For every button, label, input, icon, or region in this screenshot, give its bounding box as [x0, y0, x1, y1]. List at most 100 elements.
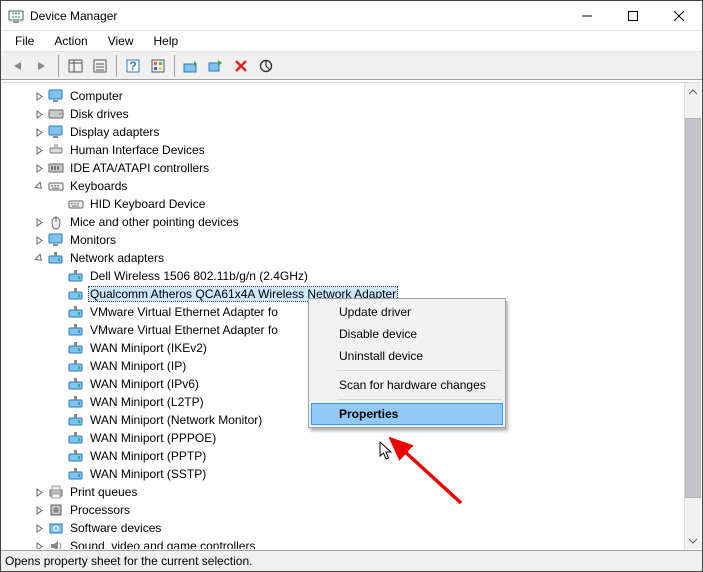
expand-chevron-icon[interactable]	[32, 179, 46, 193]
menu-help[interactable]: Help	[146, 33, 187, 49]
device-icon	[68, 376, 84, 392]
menu-action[interactable]: Action	[46, 33, 95, 49]
expand-chevron-icon[interactable]	[32, 125, 46, 139]
toolbar-separator	[116, 55, 117, 77]
maximize-button[interactable]	[610, 1, 656, 30]
tree-item-label: Disk drives	[68, 107, 131, 121]
menu-bar: File Action View Help	[1, 31, 702, 51]
tree-item[interactable]: Processors	[6, 501, 684, 519]
tree-item[interactable]: WAN Miniport (PPTP)	[6, 447, 684, 465]
tree-item-label: Sound, video and game controllers	[68, 539, 257, 549]
tree-item-label: Dell Wireless 1506 802.11b/g/n (2.4GHz)	[88, 269, 310, 283]
device-icon	[48, 142, 64, 158]
device-icon	[68, 394, 84, 410]
tree-item-label: WAN Miniport (PPPOE)	[88, 431, 218, 445]
forward-button[interactable]	[30, 55, 54, 77]
tree-item-label: WAN Miniport (IKEv2)	[88, 341, 209, 355]
tree-item[interactable]: Monitors	[6, 231, 684, 249]
tree-item[interactable]: Human Interface Devices	[6, 141, 684, 159]
scroll-up-button[interactable]	[685, 83, 701, 100]
action-button[interactable]	[146, 55, 170, 77]
expand-chevron-icon[interactable]	[32, 521, 46, 535]
expand-chevron-icon[interactable]	[32, 251, 46, 265]
scrollbar-thumb[interactable]	[685, 118, 701, 498]
expand-chevron-icon[interactable]	[32, 89, 46, 103]
tree-item-label: Keyboards	[68, 179, 129, 193]
device-icon	[48, 214, 64, 230]
tree-item-label: Human Interface Devices	[68, 143, 207, 157]
device-icon	[48, 160, 64, 176]
tree-item-label: WAN Miniport (L2TP)	[88, 395, 206, 409]
tree-item-label: Monitors	[68, 233, 118, 247]
uninstall-button[interactable]	[229, 55, 253, 77]
device-icon	[48, 88, 64, 104]
tree-item-label: Network adapters	[68, 251, 166, 265]
tree-item-label: WAN Miniport (Network Monitor)	[88, 413, 264, 427]
tree-item-label: VMware Virtual Ethernet Adapter fo	[88, 305, 280, 319]
tree-item[interactable]: Print queues	[6, 483, 684, 501]
help-button[interactable]: ?	[121, 55, 145, 77]
menu-view[interactable]: View	[100, 33, 142, 49]
close-button[interactable]	[656, 1, 702, 30]
tree-item[interactable]: Display adapters	[6, 123, 684, 141]
back-button[interactable]	[5, 55, 29, 77]
expand-chevron-icon[interactable]	[32, 161, 46, 175]
device-icon	[68, 358, 84, 374]
device-icon	[68, 412, 84, 428]
toolbar-separator	[174, 55, 175, 77]
ctx-separator	[337, 370, 502, 371]
tree-item[interactable]: Dell Wireless 1506 802.11b/g/n (2.4GHz)	[6, 267, 684, 285]
expand-chevron-icon[interactable]	[32, 539, 46, 549]
device-icon	[68, 430, 84, 446]
tree-item[interactable]: Disk drives	[6, 105, 684, 123]
disable-button[interactable]	[254, 55, 278, 77]
expand-chevron-icon[interactable]	[32, 233, 46, 247]
device-icon	[48, 250, 64, 266]
menu-file[interactable]: File	[7, 33, 42, 49]
tree-item[interactable]: Keyboards	[6, 177, 684, 195]
tree-item[interactable]: Sound, video and game controllers	[6, 537, 684, 549]
device-icon	[68, 322, 84, 338]
expand-chevron-icon[interactable]	[32, 215, 46, 229]
cursor-icon	[379, 441, 393, 461]
tree-item-label: WAN Miniport (SSTP)	[88, 467, 208, 481]
tree-item[interactable]: HID Keyboard Device	[6, 195, 684, 213]
expand-chevron-icon[interactable]	[32, 143, 46, 157]
tree-item[interactable]: WAN Miniport (PPPOE)	[6, 429, 684, 447]
ctx-separator	[337, 399, 502, 400]
device-icon	[48, 484, 64, 500]
minimize-button[interactable]	[564, 1, 610, 30]
tree-item-label: Processors	[68, 503, 132, 517]
ctx-update-driver[interactable]: Update driver	[311, 301, 503, 323]
tree-item[interactable]: Computer	[6, 87, 684, 105]
device-icon	[68, 466, 84, 482]
device-icon	[48, 538, 64, 549]
ctx-disable-device[interactable]: Disable device	[311, 323, 503, 345]
tree-item[interactable]: WAN Miniport (SSTP)	[6, 465, 684, 483]
title-bar: Device Manager	[1, 1, 702, 31]
update-driver-button[interactable]	[179, 55, 203, 77]
scan-hardware-button[interactable]	[204, 55, 228, 77]
device-icon	[48, 178, 64, 194]
properties-button[interactable]	[88, 55, 112, 77]
expand-chevron-icon[interactable]	[32, 485, 46, 499]
ctx-scan-hardware[interactable]: Scan for hardware changes	[311, 374, 503, 396]
device-icon	[68, 196, 84, 212]
show-hide-tree-button[interactable]	[63, 55, 87, 77]
tree-item[interactable]: Network adapters	[6, 249, 684, 267]
device-icon	[48, 124, 64, 140]
tree-item[interactable]: Mice and other pointing devices	[6, 213, 684, 231]
vertical-scrollbar[interactable]	[684, 83, 701, 549]
device-icon	[68, 286, 84, 302]
ctx-properties[interactable]: Properties	[311, 403, 503, 425]
ctx-uninstall-device[interactable]: Uninstall device	[311, 345, 503, 367]
device-icon	[68, 304, 84, 320]
toolbar-separator	[58, 55, 59, 77]
device-icon	[68, 448, 84, 464]
scroll-down-button[interactable]	[685, 532, 701, 549]
device-icon	[48, 232, 64, 248]
tree-item[interactable]: IDE ATA/ATAPI controllers	[6, 159, 684, 177]
expand-chevron-icon[interactable]	[32, 107, 46, 121]
tree-item[interactable]: Software devices	[6, 519, 684, 537]
expand-chevron-icon[interactable]	[32, 503, 46, 517]
